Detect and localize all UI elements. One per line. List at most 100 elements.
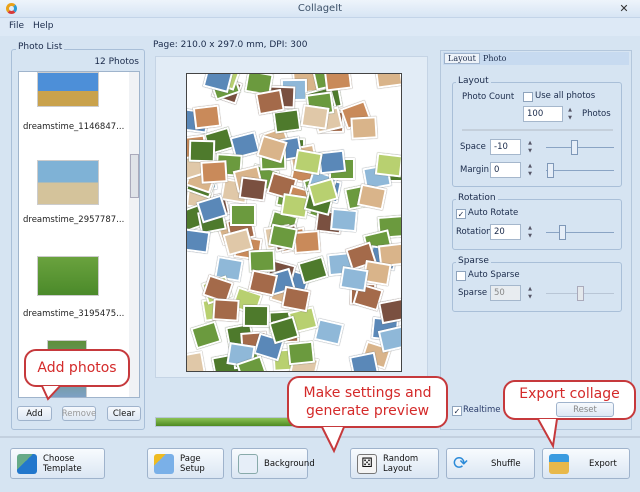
reset-button[interactable]: Reset (556, 402, 614, 417)
collage-photo (293, 149, 323, 176)
button-label: Choose Template (43, 453, 82, 474)
divider (462, 129, 613, 131)
collage-photo (297, 255, 329, 285)
auto-rotate-label: Auto Rotate (468, 208, 519, 218)
scrollbar[interactable] (129, 72, 139, 397)
collage-photo (293, 230, 321, 255)
page-setup-icon (154, 453, 174, 474)
rotation-label: Rotation (456, 227, 492, 237)
collage-photo (378, 297, 401, 324)
layout-group-label: Layout (456, 76, 491, 86)
background-icon (238, 453, 258, 474)
collage-photo (286, 340, 315, 366)
title-bar: CollageIt ✕ (0, 0, 640, 18)
slider-thumb[interactable] (547, 163, 554, 178)
photo-count-spinner[interactable]: ▲ ▼ (565, 106, 575, 122)
margin-label: Margin (460, 165, 490, 175)
sparse-spinner[interactable]: ▲ ▼ (525, 285, 535, 301)
collage-photo (349, 352, 379, 371)
collage-photo (192, 104, 222, 130)
auto-sparse-checkbox[interactable] (456, 271, 466, 281)
menu-help[interactable]: Help (33, 21, 54, 31)
auto-rotate-checkbox[interactable]: ✓ (456, 209, 466, 219)
space-label: Space (460, 142, 486, 152)
button-label: Random Layout (383, 453, 419, 474)
tab-layout[interactable]: Layout (444, 53, 480, 64)
remove-button[interactable]: Remove (62, 406, 96, 421)
collage-photo (187, 228, 211, 254)
photo-count-input[interactable]: 100 (523, 106, 563, 122)
photo-thumbnail[interactable] (37, 72, 99, 107)
slider-thumb[interactable] (577, 286, 584, 301)
export-folder-icon (549, 453, 569, 474)
template-icon (17, 453, 37, 474)
close-icon[interactable]: ✕ (616, 2, 632, 15)
slider-thumb[interactable] (559, 225, 566, 240)
photo-filename[interactable]: dreamstime_1146847... (23, 122, 124, 132)
dice-icon: ⚄ (357, 453, 377, 474)
rotation-group (452, 199, 622, 250)
page-setup-button[interactable]: Page Setup (147, 448, 224, 479)
photo-count: 12 Photos (94, 57, 139, 67)
photo-thumbnail[interactable] (37, 160, 99, 205)
random-layout-button[interactable]: ⚄ Random Layout (350, 448, 439, 479)
collage-photo (375, 152, 401, 177)
margin-slider[interactable] (546, 163, 614, 178)
rotation-input[interactable]: 20 (490, 224, 521, 240)
use-all-photos-checkbox[interactable] (523, 92, 533, 102)
collage-photo (230, 203, 257, 226)
add-button[interactable]: Add (17, 406, 52, 421)
sparse-slider[interactable] (546, 286, 614, 301)
collage-photo (281, 285, 311, 313)
collage-photo (272, 108, 302, 134)
photo-count-label: Photo Count (462, 92, 515, 102)
callout-settings: Make settings and generate preview (287, 376, 448, 428)
button-label: Background (264, 458, 315, 469)
margin-input[interactable]: 0 (490, 162, 521, 178)
collage-photo (300, 104, 330, 131)
collage-photo (323, 74, 353, 92)
collage-photo (329, 208, 358, 233)
photo-filename[interactable]: dreamstime_2957787... (23, 215, 124, 225)
collage-photo (200, 160, 228, 184)
collage-photo (375, 74, 401, 89)
sparse-group-label: Sparse (456, 256, 491, 266)
sparse-input[interactable]: 50 (490, 285, 521, 301)
divider (0, 436, 640, 438)
collage-photo (242, 304, 269, 328)
collage-preview[interactable] (186, 73, 402, 372)
menu-bar: File Help (0, 18, 640, 36)
shuffle-icon: ⟳ (453, 452, 469, 474)
clear-button[interactable]: Clear (107, 406, 141, 421)
choose-template-button[interactable]: Choose Template (10, 448, 105, 479)
collage-photo (238, 176, 268, 202)
photo-filename[interactable]: dreamstime_3195475... (23, 309, 124, 319)
use-all-photos-label: Use all photos (535, 91, 596, 101)
menu-file[interactable]: File (9, 21, 24, 31)
button-label: Shuffle (491, 458, 521, 469)
realtime-preview-checkbox[interactable]: ✓ (452, 406, 462, 416)
slider-thumb[interactable] (571, 140, 578, 155)
tab-photo[interactable]: Photo (483, 54, 506, 63)
collage-photo (190, 320, 222, 350)
photos-unit-label: Photos (582, 109, 611, 119)
collage-photo (350, 115, 378, 140)
space-slider[interactable] (546, 140, 614, 155)
space-input[interactable]: -10 (490, 139, 521, 155)
auto-sparse-label: Auto Sparse (468, 270, 520, 280)
rotation-slider[interactable] (546, 225, 614, 240)
rotation-spinner[interactable]: ▲ ▼ (525, 224, 535, 240)
margin-spinner[interactable]: ▲ ▼ (525, 162, 535, 178)
scrollbar-thumb[interactable] (130, 154, 139, 198)
collage-photo (339, 266, 369, 293)
background-button[interactable]: Background (231, 448, 315, 479)
photo-list-label: Photo List (16, 42, 65, 52)
shuffle-button[interactable]: ⟳ Shuffle (446, 448, 535, 479)
space-spinner[interactable]: ▲ ▼ (525, 139, 535, 155)
export-button[interactable]: Export (542, 448, 630, 479)
window-title: CollageIt (297, 3, 343, 14)
rotation-group-label: Rotation (456, 193, 498, 203)
collage-photo (255, 88, 285, 115)
photo-thumbnail[interactable] (37, 256, 99, 296)
collage-photo (212, 298, 240, 322)
